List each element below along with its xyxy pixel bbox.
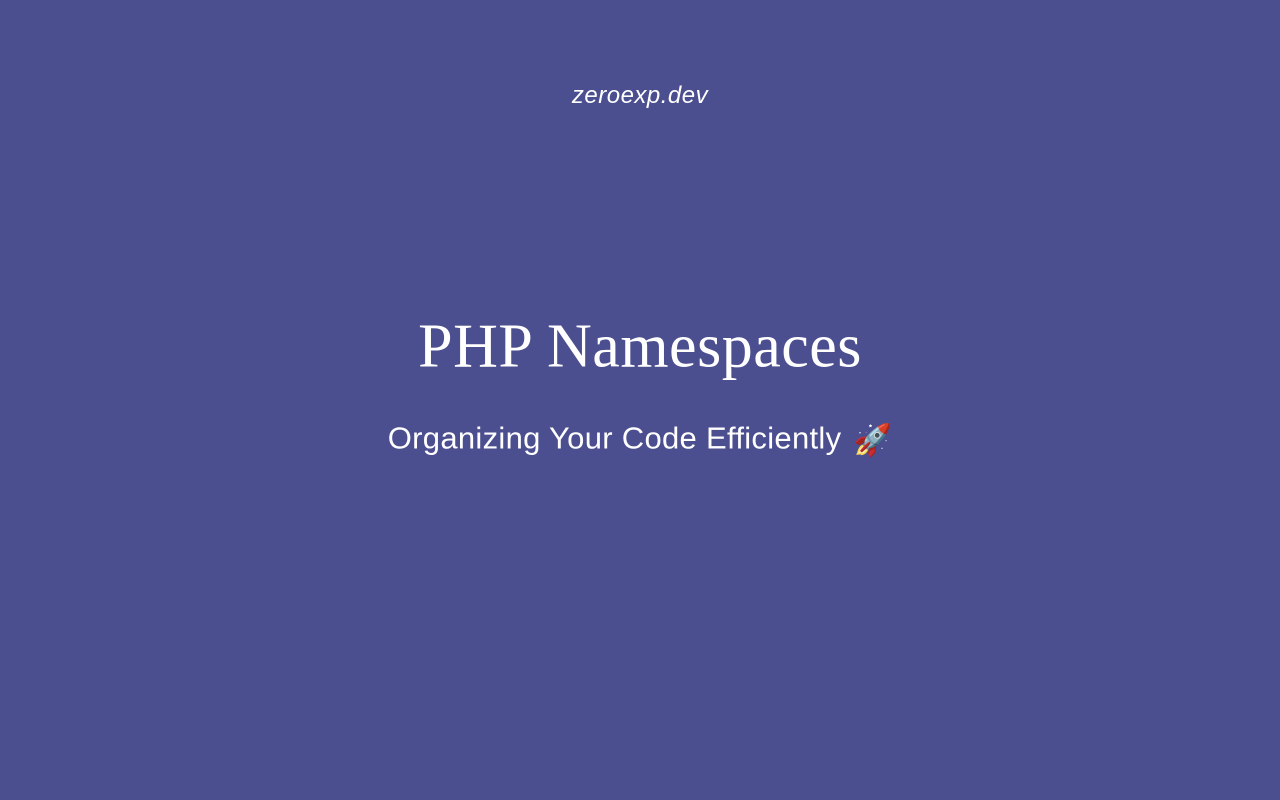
page-subtitle: Organizing Your Code Efficiently 🚀 bbox=[0, 421, 1280, 459]
site-name: zeroexp.dev bbox=[572, 82, 708, 110]
hero-content: PHP Namespaces Organizing Your Code Effi… bbox=[0, 312, 1280, 459]
rocket-icon: 🚀 bbox=[853, 422, 892, 459]
page-title: PHP Namespaces bbox=[0, 312, 1280, 383]
subtitle-text: Organizing Your Code Efficiently bbox=[388, 421, 842, 456]
